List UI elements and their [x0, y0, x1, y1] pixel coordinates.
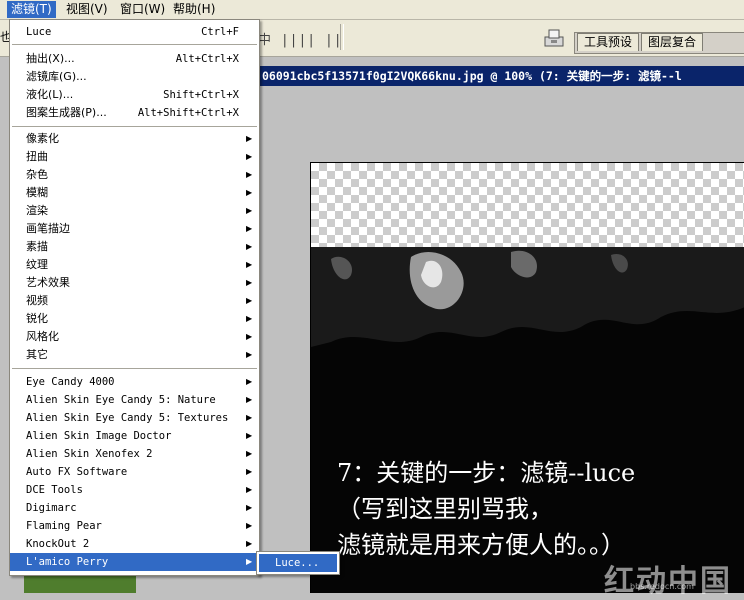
- menu-item-eye-candy-4000[interactable]: Eye Candy 4000 ▶: [10, 373, 259, 391]
- toolbar-divider: [340, 24, 344, 50]
- submenu-arrow-icon: ▶: [246, 152, 253, 161]
- menu-item-distort[interactable]: 扭曲 ▶: [10, 148, 259, 166]
- tab-tool-presets[interactable]: 工具预设: [577, 33, 640, 51]
- menu-item-sharpen[interactable]: 锐化 ▶: [10, 310, 259, 328]
- menu-item-brush-strokes[interactable]: 画笔描边 ▶: [10, 220, 259, 238]
- menu-item-texture[interactable]: 纹理 ▶: [10, 256, 259, 274]
- submenu-arrow-icon: ▶: [246, 350, 253, 359]
- submenu-arrow-icon: ▶: [246, 503, 253, 512]
- menu-separator: [12, 368, 257, 369]
- submenu-arrow-icon: ▶: [246, 521, 253, 530]
- canvas-caption-line-3: 滤镜就是用来方便人的。。）: [337, 531, 625, 559]
- submenu-arrow-icon: ▶: [246, 332, 253, 341]
- menu-bar: 滤镜(T) 视图(V) 窗口(W) 帮助(H): [0, 0, 744, 20]
- menu-item-digimarc[interactable]: Digimarc ▶: [10, 499, 259, 517]
- watermark-url: bbs.redocn.com: [630, 582, 694, 591]
- submenu-arrow-icon: ▶: [246, 557, 253, 566]
- menu-item-last-filter[interactable]: Luce Ctrl+F: [10, 23, 259, 41]
- submenu-arrow-icon: ▶: [246, 224, 253, 233]
- submenu-item-luce[interactable]: Luce...: [259, 554, 337, 572]
- menu-item-extract[interactable]: 抽出(X)... Alt+Ctrl+X: [10, 50, 259, 68]
- menu-separator: [12, 44, 257, 45]
- submenu-arrow-icon: ▶: [246, 296, 253, 305]
- menu-item-image-doctor[interactable]: Alien Skin Image Doctor ▶: [10, 427, 259, 445]
- menu-item-blur[interactable]: 模糊 ▶: [10, 184, 259, 202]
- menu-item-pattern-maker[interactable]: 图案生成器(P)... Alt+Shift+Ctrl+X: [10, 104, 259, 122]
- canvas-caption-line-1: 7：关键的一步：滤镜--luce: [337, 459, 636, 487]
- submenu-arrow-icon: ▶: [246, 134, 253, 143]
- menu-item-lamico-perry[interactable]: L'amico Perry ▶: [10, 553, 259, 571]
- menu-item-sketch[interactable]: 素描 ▶: [10, 238, 259, 256]
- menu-item-filter-gallery[interactable]: 滤镜库(G)...: [10, 68, 259, 86]
- menu-filter[interactable]: 滤镜(T): [7, 1, 56, 18]
- submenu-arrow-icon: ▶: [246, 449, 253, 458]
- menu-window[interactable]: 窗口(W): [116, 1, 169, 18]
- submenu-arrow-icon: ▶: [246, 539, 253, 548]
- menu-item-eye-candy-nature[interactable]: Alien Skin Eye Candy 5: Nature ▶: [10, 391, 259, 409]
- menu-item-pixelate[interactable]: 像素化 ▶: [10, 130, 259, 148]
- menu-item-flaming-pear[interactable]: Flaming Pear ▶: [10, 517, 259, 535]
- submenu-arrow-icon: ▶: [246, 260, 253, 269]
- menu-item-artistic[interactable]: 艺术效果 ▶: [10, 274, 259, 292]
- submenu-arrow-icon: ▶: [246, 467, 253, 476]
- transparency-checkerboard: [311, 163, 744, 247]
- submenu-arrow-icon: ▶: [246, 242, 253, 251]
- tab-layer-comps[interactable]: 图层复合: [641, 33, 704, 51]
- submenu-arrow-icon: ▶: [246, 170, 253, 179]
- submenu-arrow-icon: ▶: [246, 395, 253, 404]
- submenu-arrow-icon: ▶: [246, 206, 253, 215]
- submenu-arrow-icon: ▶: [246, 278, 253, 287]
- submenu-arrow-icon: ▶: [246, 413, 253, 422]
- menu-item-video[interactable]: 视频 ▶: [10, 292, 259, 310]
- menu-item-knockout[interactable]: KnockOut 2 ▶: [10, 535, 259, 553]
- lamico-perry-submenu: Luce...: [256, 551, 340, 575]
- align-distribute-icons[interactable]: 中 |||| ||: [258, 29, 343, 48]
- menu-item-stylize[interactable]: 风格化 ▶: [10, 328, 259, 346]
- submenu-arrow-icon: ▶: [246, 188, 253, 197]
- submenu-arrow-icon: ▶: [246, 314, 253, 323]
- submenu-arrow-icon: ▶: [246, 485, 253, 494]
- menu-item-noise[interactable]: 杂色 ▶: [10, 166, 259, 184]
- submenu-arrow-icon: ▶: [246, 431, 253, 440]
- menu-separator: [12, 126, 257, 127]
- canvas-caption-line-2: （写到这里别骂我，: [337, 495, 553, 523]
- menu-item-other[interactable]: 其它 ▶: [10, 346, 259, 364]
- watermark-logo: 红动中国: [604, 564, 732, 599]
- submenu-arrow-icon: ▶: [246, 377, 253, 386]
- menu-view[interactable]: 视图(V): [62, 1, 112, 18]
- menu-help[interactable]: 帮助(H): [169, 1, 219, 18]
- brush-palette-icon[interactable]: [543, 26, 565, 48]
- menu-item-xenofex[interactable]: Alien Skin Xenofex 2 ▶: [10, 445, 259, 463]
- image-canvas[interactable]: 7：关键的一步：滤镜--luce （写到这里别骂我， 滤镜就是用来方便人的。。）: [310, 162, 744, 593]
- menu-item-eye-candy-textures[interactable]: Alien Skin Eye Candy 5: Textures ▶: [10, 409, 259, 427]
- menu-item-liquify[interactable]: 液化(L)... Shift+Ctrl+X: [10, 86, 259, 104]
- filter-menu: Luce Ctrl+F 抽出(X)... Alt+Ctrl+X 滤镜库(G)..…: [9, 19, 260, 576]
- menu-item-render[interactable]: 渲染 ▶: [10, 202, 259, 220]
- menu-item-dce-tools[interactable]: DCE Tools ▶: [10, 481, 259, 499]
- document-title-bar[interactable]: 06091cbc5f13571f0gI2VQK66knu.jpg @ 100% …: [258, 66, 744, 86]
- menu-item-auto-fx[interactable]: Auto FX Software ▶: [10, 463, 259, 481]
